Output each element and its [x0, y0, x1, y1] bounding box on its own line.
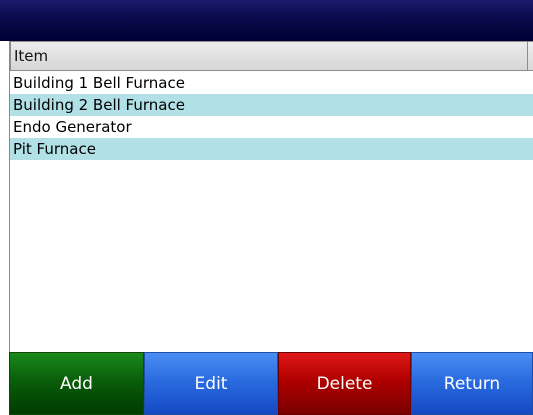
list-item[interactable]: Building 1 Bell Furnace [10, 72, 533, 94]
edit-button[interactable]: Edit [144, 352, 278, 415]
list-item[interactable]: Building 2 Bell Furnace [10, 94, 533, 116]
title-bar [0, 0, 533, 41]
item-list-panel: Item Building 1 Bell Furnace Building 2 … [9, 41, 533, 352]
return-button[interactable]: Return [411, 352, 533, 415]
add-button[interactable]: Add [9, 352, 144, 415]
list-item[interactable]: Pit Furnace [10, 138, 533, 160]
list-column-header[interactable]: Item [10, 41, 528, 71]
button-bar: Add Edit Delete Return [0, 352, 533, 415]
item-list: Building 1 Bell Furnace Building 2 Bell … [10, 72, 533, 160]
list-header-scroll-corner [528, 41, 533, 71]
list-item[interactable]: Endo Generator [10, 116, 533, 138]
column-header-label: Item [14, 47, 49, 65]
delete-button[interactable]: Delete [278, 352, 411, 415]
